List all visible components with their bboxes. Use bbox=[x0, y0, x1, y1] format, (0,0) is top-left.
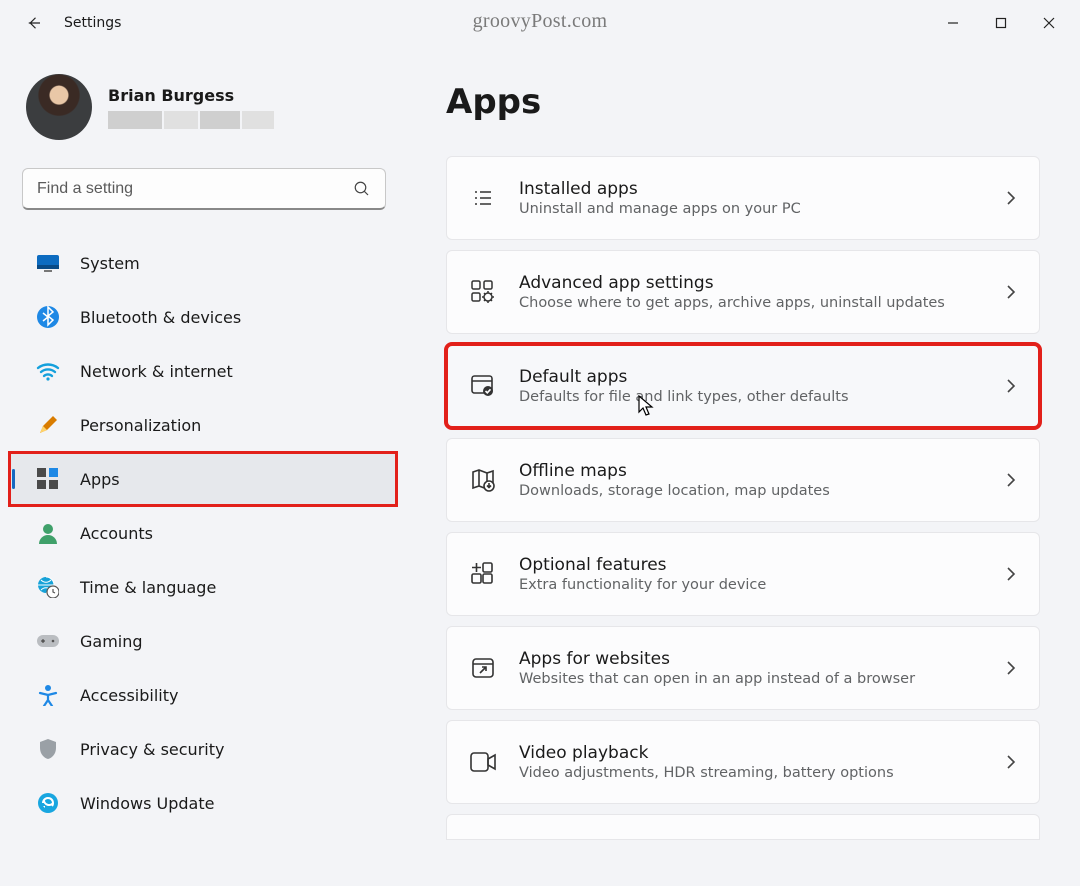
window-check-icon bbox=[469, 372, 497, 400]
card-title: Installed apps bbox=[519, 179, 983, 199]
sidebar-item-accounts[interactable]: Accounts bbox=[16, 507, 388, 559]
minimize-icon bbox=[947, 17, 959, 29]
sidebar-item-gaming[interactable]: Gaming bbox=[16, 615, 388, 667]
sidebar-item-personalization[interactable]: Personalization bbox=[16, 399, 388, 451]
sidebar-item-label: Bluetooth & devices bbox=[80, 308, 241, 327]
card-subtitle: Extra functionality for your device bbox=[519, 577, 983, 593]
avatar bbox=[26, 74, 92, 140]
card-subtitle: Uninstall and manage apps on your PC bbox=[519, 201, 983, 217]
card-title: Offline maps bbox=[519, 461, 983, 481]
sidebar-item-bluetooth[interactable]: Bluetooth & devices bbox=[16, 291, 388, 343]
list-icon bbox=[469, 184, 497, 212]
grid-plus-icon bbox=[469, 560, 497, 588]
card-title: Apps for websites bbox=[519, 649, 983, 669]
system-icon bbox=[36, 251, 60, 275]
sidebar-item-update[interactable]: Windows Update bbox=[16, 777, 388, 829]
wifi-icon bbox=[36, 359, 60, 383]
card-subtitle: Defaults for file and link types, other … bbox=[519, 389, 983, 405]
card-offline-maps[interactable]: Offline maps Downloads, storage location… bbox=[446, 438, 1040, 522]
accessibility-icon bbox=[36, 683, 60, 707]
card-subtitle: Downloads, storage location, map updates bbox=[519, 483, 983, 499]
card-subtitle: Choose where to get apps, archive apps, … bbox=[519, 295, 983, 311]
card-startup-partial[interactable]: Startup bbox=[446, 814, 1040, 840]
map-download-icon bbox=[469, 466, 497, 494]
sidebar-item-label: Accounts bbox=[80, 524, 153, 543]
card-title: Advanced app settings bbox=[519, 273, 983, 293]
card-subtitle: Websites that can open in an app instead… bbox=[519, 671, 983, 687]
main-content: Apps Installed apps Uninstall and manage… bbox=[396, 46, 1080, 886]
search-icon bbox=[353, 180, 371, 198]
sidebar-item-label: Apps bbox=[80, 470, 120, 489]
sidebar: Brian Burgess System Bluetooth & devices… bbox=[16, 46, 396, 886]
maximize-icon bbox=[995, 17, 1007, 29]
minimize-button[interactable] bbox=[930, 8, 976, 38]
back-button[interactable] bbox=[16, 5, 52, 41]
sidebar-item-accessibility[interactable]: Accessibility bbox=[16, 669, 388, 721]
shield-icon bbox=[36, 737, 60, 761]
chevron-right-icon bbox=[1005, 753, 1017, 771]
bluetooth-icon bbox=[36, 305, 60, 329]
sidebar-item-label: System bbox=[80, 254, 140, 273]
card-title: Default apps bbox=[519, 367, 983, 387]
chevron-right-icon bbox=[1005, 659, 1017, 677]
video-icon bbox=[469, 748, 497, 776]
card-default-apps[interactable]: Default apps Defaults for file and link … bbox=[446, 344, 1040, 428]
profile-name: Brian Burgess bbox=[108, 86, 274, 105]
sidebar-item-apps[interactable]: Apps bbox=[10, 453, 396, 505]
card-apps-for-websites[interactable]: Apps for websites Websites that can open… bbox=[446, 626, 1040, 710]
card-optional-features[interactable]: Optional features Extra functionality fo… bbox=[446, 532, 1040, 616]
sidebar-item-label: Windows Update bbox=[80, 794, 214, 813]
person-icon bbox=[36, 521, 60, 545]
sidebar-item-label: Gaming bbox=[80, 632, 143, 651]
maximize-button[interactable] bbox=[978, 8, 1024, 38]
page-title: Apps bbox=[446, 82, 1040, 122]
close-icon bbox=[1043, 17, 1055, 29]
window-link-icon bbox=[469, 654, 497, 682]
arrow-left-icon bbox=[25, 14, 43, 32]
chevron-right-icon bbox=[1005, 471, 1017, 489]
sidebar-item-label: Time & language bbox=[80, 578, 216, 597]
gamepad-icon bbox=[36, 629, 60, 653]
card-title: Optional features bbox=[519, 555, 983, 575]
sidebar-item-label: Personalization bbox=[80, 416, 201, 435]
search-box[interactable] bbox=[22, 168, 386, 210]
card-title: Video playback bbox=[519, 743, 983, 763]
card-installed-apps[interactable]: Installed apps Uninstall and manage apps… bbox=[446, 156, 1040, 240]
sidebar-item-privacy[interactable]: Privacy & security bbox=[16, 723, 388, 775]
search-input[interactable] bbox=[37, 180, 353, 198]
chevron-right-icon bbox=[1005, 283, 1017, 301]
sidebar-item-label: Privacy & security bbox=[80, 740, 224, 759]
sidebar-item-system[interactable]: System bbox=[16, 237, 388, 289]
chevron-right-icon bbox=[1005, 377, 1017, 395]
sidebar-item-network[interactable]: Network & internet bbox=[16, 345, 388, 397]
profile-email-redacted bbox=[108, 111, 274, 129]
card-subtitle: Video adjustments, HDR streaming, batter… bbox=[519, 765, 983, 781]
sidebar-nav: System Bluetooth & devices Network & int… bbox=[16, 236, 396, 830]
update-icon bbox=[36, 791, 60, 815]
card-video-playback[interactable]: Video playback Video adjustments, HDR st… bbox=[446, 720, 1040, 804]
card-advanced-app-settings[interactable]: Advanced app settings Choose where to ge… bbox=[446, 250, 1040, 334]
grid-gear-icon bbox=[469, 278, 497, 306]
sidebar-item-time[interactable]: Time & language bbox=[16, 561, 388, 613]
watermark: groovyPost.com bbox=[473, 10, 608, 33]
globe-clock-icon bbox=[36, 575, 60, 599]
close-button[interactable] bbox=[1026, 8, 1072, 38]
sidebar-item-label: Network & internet bbox=[80, 362, 233, 381]
profile-block[interactable]: Brian Burgess bbox=[26, 74, 396, 140]
window-title: Settings bbox=[64, 15, 121, 31]
chevron-right-icon bbox=[1005, 189, 1017, 207]
sidebar-item-label: Accessibility bbox=[80, 686, 178, 705]
apps-icon bbox=[36, 467, 60, 491]
paintbrush-icon bbox=[36, 413, 60, 437]
chevron-right-icon bbox=[1005, 565, 1017, 583]
